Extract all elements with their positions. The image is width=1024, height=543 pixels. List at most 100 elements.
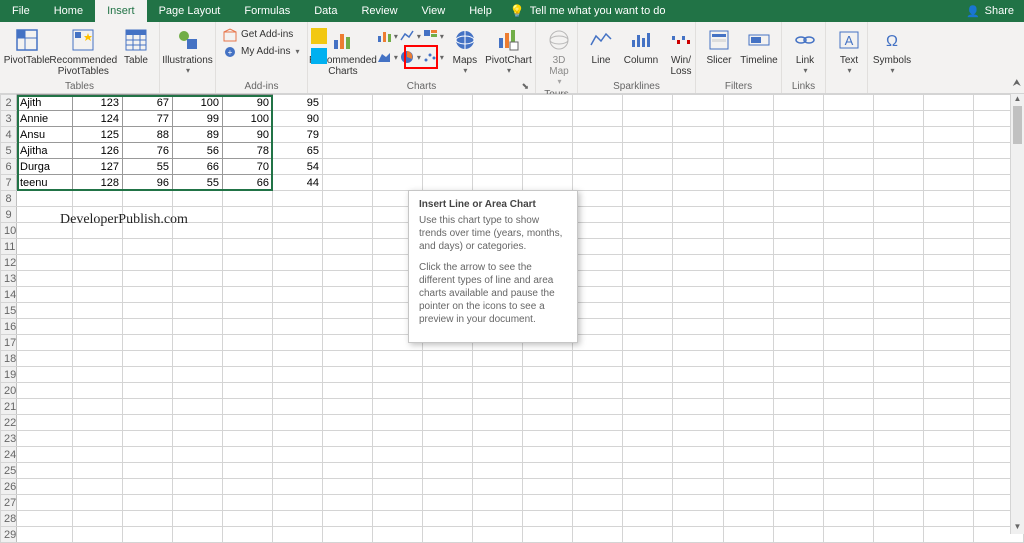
cell[interactable] [523, 351, 573, 367]
cell[interactable] [723, 447, 773, 463]
row-header[interactable]: 6 [1, 159, 17, 175]
cell[interactable] [673, 159, 723, 175]
cell[interactable] [773, 127, 823, 143]
cell[interactable] [17, 271, 73, 287]
cell[interactable] [423, 111, 473, 127]
cell[interactable] [873, 319, 923, 335]
row-header[interactable]: 26 [1, 479, 17, 495]
tell-me-search[interactable]: 💡 Tell me what you want to do [510, 0, 666, 22]
cell[interactable] [573, 367, 623, 383]
cell[interactable] [223, 191, 273, 207]
cell[interactable] [873, 335, 923, 351]
cell[interactable] [723, 303, 773, 319]
row-header[interactable]: 23 [1, 431, 17, 447]
cell[interactable] [873, 255, 923, 271]
cell[interactable] [323, 527, 373, 543]
cell[interactable] [723, 463, 773, 479]
cell[interactable] [773, 319, 823, 335]
row-header[interactable]: 2 [1, 95, 17, 111]
cell[interactable]: 95 [273, 95, 323, 111]
scroll-down-icon[interactable]: ▼ [1011, 522, 1024, 534]
cell[interactable] [273, 319, 323, 335]
cell[interactable] [723, 111, 773, 127]
cell[interactable] [823, 175, 873, 191]
cell[interactable] [623, 431, 673, 447]
cell[interactable] [773, 207, 823, 223]
cell[interactable] [423, 479, 473, 495]
cell[interactable] [123, 479, 173, 495]
cell[interactable] [923, 367, 973, 383]
cell[interactable] [323, 319, 373, 335]
cell[interactable] [123, 511, 173, 527]
cell[interactable] [823, 527, 873, 543]
cell[interactable] [123, 447, 173, 463]
cell[interactable] [123, 399, 173, 415]
row-header[interactable]: 9 [1, 207, 17, 223]
cell[interactable] [73, 447, 123, 463]
pie-chart-icon[interactable]: ▾ [399, 47, 421, 67]
cell[interactable]: 78 [223, 143, 273, 159]
cell[interactable] [373, 415, 423, 431]
cell[interactable] [773, 271, 823, 287]
cell[interactable] [173, 319, 223, 335]
cell[interactable] [623, 335, 673, 351]
cell[interactable] [523, 95, 573, 111]
cell[interactable] [523, 463, 573, 479]
row-header[interactable]: 8 [1, 191, 17, 207]
cell[interactable] [773, 399, 823, 415]
cell[interactable] [123, 463, 173, 479]
cell[interactable] [623, 351, 673, 367]
cell[interactable] [723, 335, 773, 351]
cell[interactable] [873, 207, 923, 223]
cell[interactable] [723, 399, 773, 415]
cell[interactable] [723, 479, 773, 495]
cell[interactable] [173, 479, 223, 495]
cell[interactable] [923, 319, 973, 335]
cell[interactable] [873, 511, 923, 527]
cell[interactable] [623, 95, 673, 111]
cell[interactable] [873, 287, 923, 303]
cell[interactable] [123, 303, 173, 319]
cell[interactable] [73, 271, 123, 287]
cell[interactable] [623, 319, 673, 335]
cell[interactable] [573, 479, 623, 495]
cell[interactable]: 70 [223, 159, 273, 175]
cell[interactable] [323, 191, 373, 207]
cell[interactable] [673, 447, 723, 463]
cell[interactable] [673, 223, 723, 239]
cell[interactable] [17, 335, 73, 351]
cell[interactable] [923, 511, 973, 527]
cell[interactable] [823, 383, 873, 399]
cell[interactable] [573, 159, 623, 175]
cell[interactable] [123, 191, 173, 207]
cell[interactable] [823, 191, 873, 207]
cell[interactable] [273, 303, 323, 319]
cell[interactable] [823, 159, 873, 175]
cell[interactable] [473, 399, 523, 415]
cell[interactable] [373, 447, 423, 463]
cell[interactable] [673, 495, 723, 511]
cell[interactable] [573, 447, 623, 463]
cell[interactable] [273, 255, 323, 271]
cell[interactable] [473, 495, 523, 511]
cell[interactable] [873, 127, 923, 143]
cell[interactable] [823, 95, 873, 111]
cell[interactable] [773, 367, 823, 383]
cell[interactable] [723, 511, 773, 527]
cell[interactable] [123, 287, 173, 303]
cell[interactable] [323, 351, 373, 367]
cell[interactable] [323, 255, 373, 271]
row-header[interactable]: 21 [1, 399, 17, 415]
cell[interactable] [573, 303, 623, 319]
cell[interactable] [773, 111, 823, 127]
cell[interactable] [773, 143, 823, 159]
cell[interactable] [223, 319, 273, 335]
cell[interactable] [17, 415, 73, 431]
cell[interactable] [573, 431, 623, 447]
cell[interactable] [223, 223, 273, 239]
cell[interactable]: 128 [73, 175, 123, 191]
cell[interactable] [573, 143, 623, 159]
cell[interactable] [73, 335, 123, 351]
row-header[interactable]: 13 [1, 271, 17, 287]
cell[interactable] [473, 479, 523, 495]
